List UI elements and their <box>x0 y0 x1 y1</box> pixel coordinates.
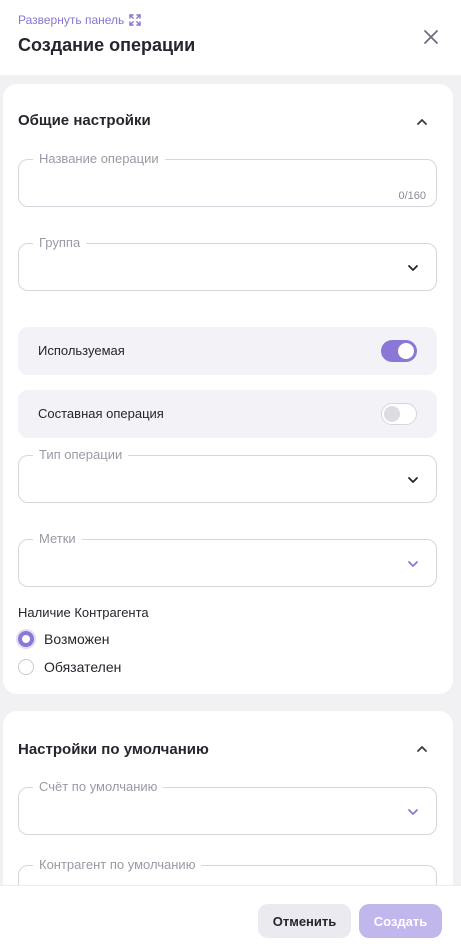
operation-type-label: Тип операции <box>33 447 129 462</box>
expand-panel-label: Развернуть панель <box>18 13 125 27</box>
chevron-down-icon <box>408 561 418 567</box>
used-toggle[interactable] <box>381 340 417 362</box>
collapse-chevron-up-icon[interactable] <box>414 741 430 757</box>
radio-option-possible[interactable]: Возможен <box>18 631 110 647</box>
group-select[interactable]: Группа <box>18 235 437 291</box>
radio-checked-icon <box>18 631 34 647</box>
default-counterparty-label: Контрагент по умолчанию <box>33 857 202 872</box>
expand-panel-link[interactable]: Развернуть панель <box>18 13 141 27</box>
panel-footer: Отменить Создать <box>0 885 461 947</box>
used-toggle-label: Используемая <box>38 343 125 358</box>
create-operation-panel: Развернуть панель Создание операции Общи… <box>0 0 461 947</box>
page-title: Создание операции <box>18 35 196 55</box>
operation-name-field[interactable]: Название операции 0/160 <box>18 151 437 207</box>
create-button[interactable]: Создать <box>359 904 442 938</box>
close-icon[interactable] <box>421 27 441 47</box>
default-settings-title: Настройки по умолчанию <box>18 741 209 758</box>
composite-toggle-label: Составная операция <box>38 406 164 421</box>
toggle-knob <box>398 343 414 359</box>
operation-type-select[interactable]: Тип операции <box>18 447 437 503</box>
collapse-chevron-up-icon[interactable] <box>414 114 430 130</box>
tags-label: Метки <box>33 531 82 546</box>
toggle-knob <box>384 406 400 422</box>
general-settings-card: Общие настройки Название операции 0/160 … <box>3 84 453 694</box>
operation-name-label: Название операции <box>33 151 165 166</box>
tags-select[interactable]: Метки <box>18 531 437 587</box>
radio-unchecked-icon <box>18 659 34 675</box>
radio-option-label: Обязателен <box>44 659 122 675</box>
radio-option-required[interactable]: Обязателен <box>18 659 121 675</box>
expand-icon <box>129 14 141 26</box>
counterparty-presence-label: Наличие Контрагента <box>18 605 149 620</box>
group-label: Группа <box>33 235 87 250</box>
used-toggle-row: Используемая <box>18 327 437 375</box>
panel-header: Развернуть панель Создание операции <box>0 0 461 75</box>
composite-toggle[interactable] <box>381 403 417 425</box>
chevron-down-icon <box>408 265 418 271</box>
cancel-button[interactable]: Отменить <box>258 904 351 938</box>
general-settings-title: Общие настройки <box>18 112 151 129</box>
chevron-down-icon <box>408 809 418 815</box>
default-account-select[interactable]: Счёт по умолчанию <box>18 779 437 835</box>
chevron-down-icon <box>408 477 418 483</box>
composite-toggle-row: Составная операция <box>18 390 437 438</box>
char-counter: 0/160 <box>398 190 426 202</box>
default-account-label: Счёт по умолчанию <box>33 779 164 794</box>
radio-option-label: Возможен <box>44 631 110 647</box>
